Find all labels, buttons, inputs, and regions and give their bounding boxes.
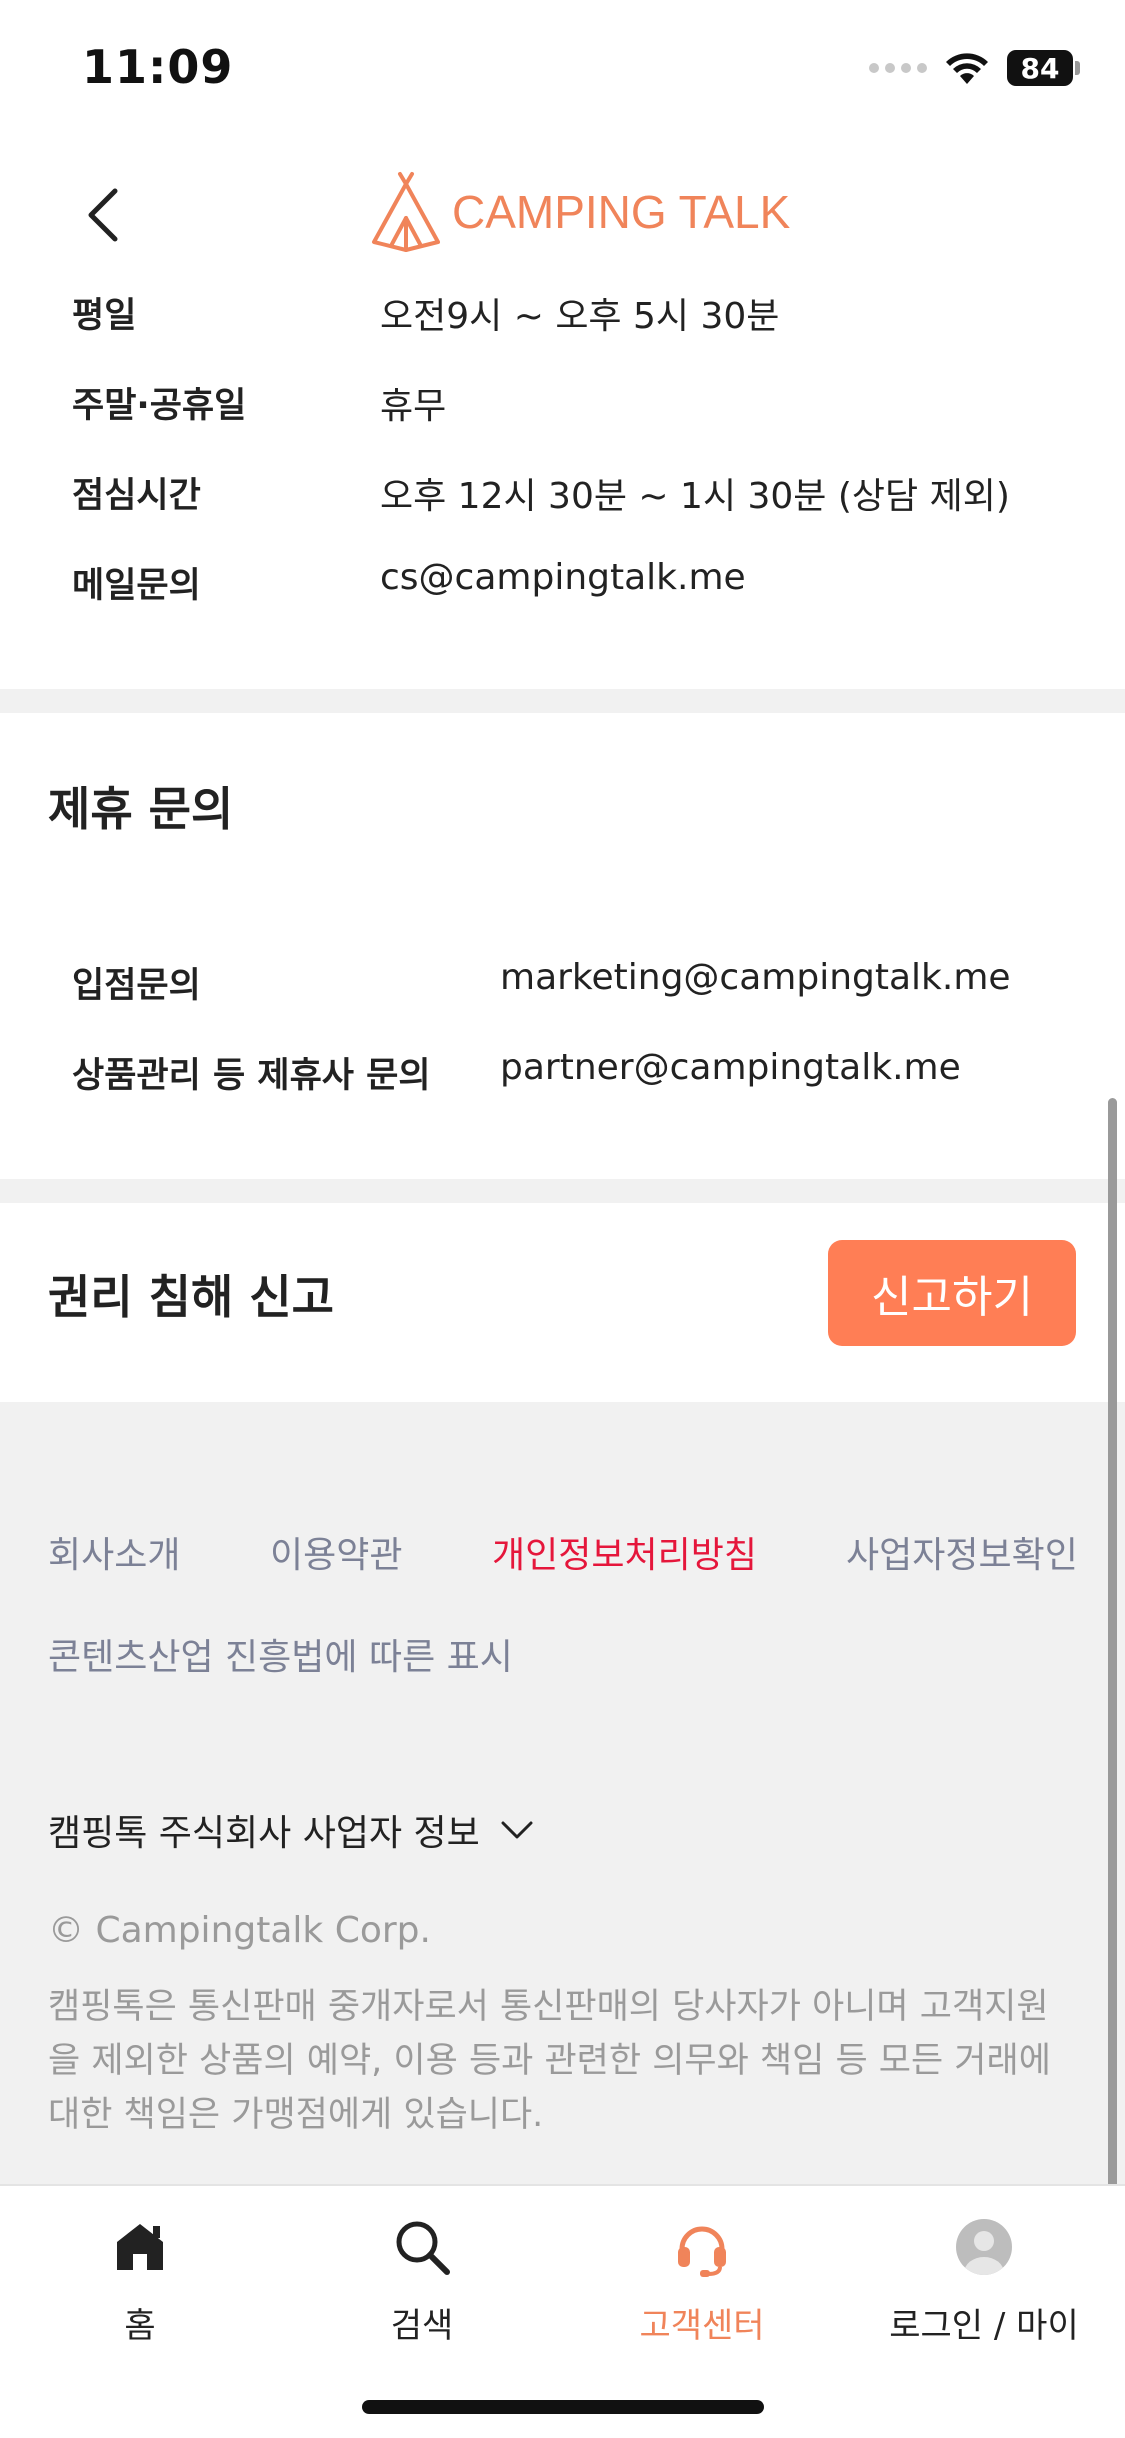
section-divider xyxy=(0,1179,1125,1203)
back-button[interactable] xyxy=(72,180,132,250)
hours-label-email: 메일문의 xyxy=(72,566,201,606)
footer-link-business-info[interactable]: 사업자정보확인 xyxy=(846,1526,1078,1578)
status-bar: 11:09 84 xyxy=(0,0,1125,140)
partnership-label-store: 입점문의 xyxy=(72,966,201,1006)
hours-label-weekend: 주말·공휴일 xyxy=(72,386,247,426)
hours-label-weekday: 평일 xyxy=(72,296,137,336)
tab-home[interactable]: 홈 xyxy=(0,2212,280,2352)
footer-link-company[interactable]: 회사소개 xyxy=(48,1526,180,1578)
partnership-label-partner: 상품관리 등 제휴사 문의 xyxy=(72,1056,431,1096)
disclaimer: 캠핑톡은 통신판매 중개자로서 통신판매의 당사자가 아니며 고객지원을 제외한… xyxy=(48,1987,1051,2135)
footer-link-privacy[interactable]: 개인정보처리방침 xyxy=(492,1526,757,1578)
partnership-value-store[interactable]: marketing@campingtalk.me xyxy=(500,957,1011,998)
home-indicator xyxy=(362,2400,764,2414)
status-time: 11:09 xyxy=(82,40,234,94)
hours-value-weekend: 휴무 xyxy=(380,386,447,427)
brand-logo[interactable]: CAMPING TALK xyxy=(370,162,790,262)
tab-search[interactable]: 검색 xyxy=(282,2212,562,2352)
footer-link-terms[interactable]: 이용약관 xyxy=(270,1526,402,1578)
search-icon xyxy=(387,2212,457,2282)
hours-label-lunch: 점심시간 xyxy=(72,476,201,516)
copyright: © Campingtalk Corp. xyxy=(48,1910,431,1951)
chevron-down-icon xyxy=(501,1821,533,1839)
partnership-title: 제휴 문의 xyxy=(48,782,234,836)
home-icon xyxy=(105,2212,175,2282)
headset-icon xyxy=(667,2212,737,2282)
scrollbar[interactable] xyxy=(1108,1098,1117,2253)
tab-customer-center-label: 고객센터 xyxy=(639,2306,765,2346)
service-hours-section: 평일 오전9시 ~ 오후 5시 30분 주말·공휴일 휴무 점심시간 오후 12… xyxy=(0,283,1125,689)
status-indicators: 84 xyxy=(869,46,1080,90)
hours-value-lunch: 오후 12시 30분 ~ 1시 30분 (상담 제외) xyxy=(380,476,1010,517)
report-title: 권리 침해 신고 xyxy=(48,1270,334,1324)
partnership-value-partner[interactable]: partner@campingtalk.me xyxy=(500,1047,961,1088)
hours-value-email[interactable]: cs@campingtalk.me xyxy=(380,557,746,598)
app-header: CAMPING TALK xyxy=(0,140,1125,285)
section-divider xyxy=(0,689,1125,713)
avatar-icon xyxy=(949,2212,1019,2282)
cellular-signal-icon xyxy=(869,63,927,73)
battery-level: 84 xyxy=(1007,50,1073,86)
tab-login-my[interactable]: 로그인 / 마이 xyxy=(844,2212,1124,2352)
tab-login-my-label: 로그인 / 마이 xyxy=(889,2306,1079,2346)
footer: 회사소개 이용약관 개인정보처리방침 사업자정보확인 콘텐츠산업 진흥법에 따른… xyxy=(0,1402,1125,2184)
tab-search-label: 검색 xyxy=(390,2306,454,2346)
logo-text: CAMPING TALK xyxy=(452,186,791,238)
tab-customer-center[interactable]: 고객센터 xyxy=(562,2212,842,2352)
report-button[interactable]: 신고하기 xyxy=(828,1240,1076,1346)
tab-home-label: 홈 xyxy=(124,2306,156,2346)
wifi-icon xyxy=(946,53,988,84)
chevron-left-icon xyxy=(88,188,118,242)
hours-value-weekday: 오전9시 ~ 오후 5시 30분 xyxy=(380,296,780,337)
footer-link-content-law[interactable]: 콘텐츠산업 진흥법에 따른 표시 xyxy=(48,1628,513,1680)
business-info-label: 캠핑톡 주식회사 사업자 정보 xyxy=(48,1813,480,1854)
partnership-section: 제휴 문의 입점문의 marketing@campingtalk.me 상품관리… xyxy=(0,713,1125,1179)
battery-icon: 84 xyxy=(1007,50,1080,86)
tent-logo-icon xyxy=(372,172,440,252)
business-info-toggle[interactable]: 캠핑톡 주식회사 사업자 정보 xyxy=(48,1804,534,1856)
